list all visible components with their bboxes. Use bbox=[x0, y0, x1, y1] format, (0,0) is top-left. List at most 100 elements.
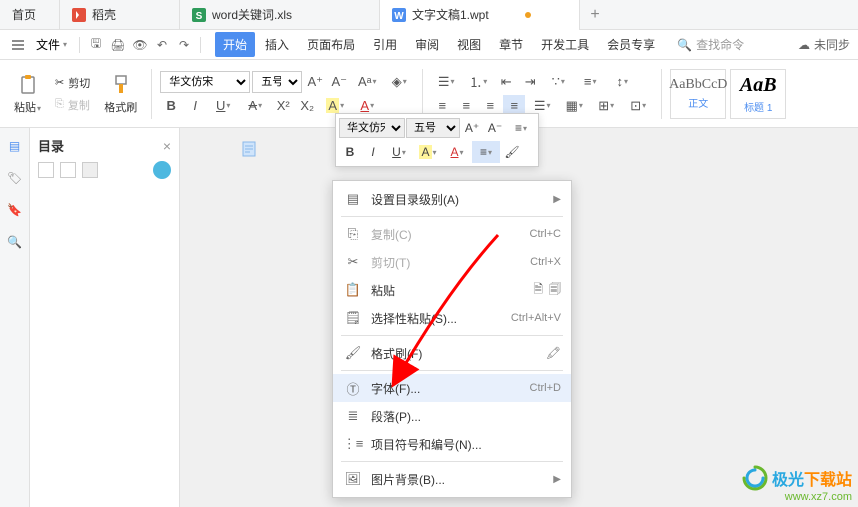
ctx-set-level[interactable]: ▤ 设置目录级别(A) ▶ bbox=[333, 185, 571, 213]
outline-badge[interactable] bbox=[153, 161, 171, 179]
bullets-button[interactable]: ☰▾ bbox=[431, 71, 461, 93]
context-menu: ▤ 设置目录级别(A) ▶ ⎘ 复制(C) Ctrl+C ✂ 剪切(T) Ctr… bbox=[332, 180, 572, 498]
clear-format-icon[interactable]: ◈▾ bbox=[384, 71, 414, 93]
tab-add-button[interactable]: + bbox=[580, 6, 610, 24]
bookmark-icon[interactable]: 🏷 bbox=[5, 168, 25, 188]
list-icon: ⋮≡ bbox=[343, 436, 363, 452]
side-icon-bar: ▤ 🏷 🔖 🔍 bbox=[0, 128, 30, 507]
preview-icon[interactable]: 👁 bbox=[130, 35, 150, 55]
svg-text:W: W bbox=[394, 11, 404, 22]
underline-button[interactable]: U▾ bbox=[208, 95, 238, 117]
command-search[interactable]: 🔍 查找命令 bbox=[677, 36, 744, 53]
font-size-select[interactable]: 五号 bbox=[252, 71, 302, 93]
subscript-button[interactable]: X₂ bbox=[296, 95, 318, 117]
ribbon-tab-view[interactable]: 视图 bbox=[449, 32, 489, 57]
ribbon-tab-layout[interactable]: 页面布局 bbox=[299, 32, 363, 57]
file-menu[interactable]: 文件▾ bbox=[30, 36, 73, 53]
mini-underline[interactable]: U▾ bbox=[385, 141, 413, 163]
ribbon-tab-member[interactable]: 会员专享 bbox=[599, 32, 663, 57]
ribbon-tab-dev[interactable]: 开发工具 bbox=[533, 32, 597, 57]
outline-panel: 目录 × bbox=[30, 128, 180, 507]
ctx-bullets[interactable]: ⋮≡ 项目符号和编号(N)... bbox=[333, 430, 571, 458]
ctx-copy[interactable]: ⎘ 复制(C) Ctrl+C bbox=[333, 220, 571, 248]
bold-button[interactable]: B bbox=[160, 95, 182, 117]
excel-icon: S bbox=[192, 8, 206, 22]
menu-bar: 文件▾ 🖫 🖨 👁 ↶ ↷ 开始 插入 页面布局 引用 审阅 视图 章节 开发工… bbox=[0, 30, 858, 60]
mini-brush[interactable]: 🖌 bbox=[501, 141, 523, 163]
ribbon-tab-insert[interactable]: 插入 bbox=[257, 32, 297, 57]
paste-button[interactable]: 粘贴▾ bbox=[8, 71, 47, 117]
paste-opt1-icon[interactable]: 🗎 bbox=[533, 280, 543, 301]
increase-font-icon[interactable]: A⁺ bbox=[304, 71, 326, 93]
tab-daoke[interactable]: 稻壳 bbox=[60, 0, 180, 30]
image-icon: 🖼 bbox=[343, 471, 363, 487]
tabs-button[interactable]: ⊡▾ bbox=[623, 95, 653, 117]
find-icon[interactable]: 🔍 bbox=[5, 232, 25, 252]
outline-icon[interactable]: ▤ bbox=[5, 136, 25, 156]
mini-fontcolor[interactable]: A▾ bbox=[443, 141, 471, 163]
text-dir-button[interactable]: ∵▾ bbox=[543, 71, 573, 93]
mini-italic[interactable]: I bbox=[362, 141, 384, 163]
strike-button[interactable]: A▾ bbox=[240, 95, 270, 117]
print-icon[interactable]: 🖨 bbox=[108, 35, 128, 55]
hamburger-icon[interactable] bbox=[8, 35, 28, 55]
shading-button[interactable]: ▦▾ bbox=[559, 95, 589, 117]
brush-opt-icon[interactable]: 🖍 bbox=[546, 346, 561, 360]
paste-opt2-icon[interactable]: 🗐 bbox=[549, 280, 561, 301]
ribbon-tabs: 开始 插入 页面布局 引用 审阅 视图 章节 开发工具 会员专享 bbox=[215, 32, 663, 57]
clipboard-icon bbox=[16, 73, 40, 97]
ribbon-tab-ref[interactable]: 引用 bbox=[365, 32, 405, 57]
undo-icon[interactable]: ↶ bbox=[152, 35, 172, 55]
borders-button[interactable]: ⊞▾ bbox=[591, 95, 621, 117]
superscript-button[interactable]: X² bbox=[272, 95, 294, 117]
tab-wpt[interactable]: W 文字文稿1.wpt bbox=[380, 0, 580, 30]
copy-icon: ⎘ bbox=[343, 226, 363, 242]
sort-button[interactable]: ↕▾ bbox=[607, 71, 637, 93]
font-name-select[interactable]: 华文仿宋 bbox=[160, 71, 250, 93]
indent-left-button[interactable]: ⇤ bbox=[495, 71, 517, 93]
mini-toolbar: 华文仿宋 五号 A⁺ A⁻ ≡▾ B I U▾ A▾ A▾ ≡▾ 🖌 bbox=[335, 113, 539, 167]
sync-button[interactable]: ☁ 未同步 bbox=[798, 36, 850, 53]
indent-right-button[interactable]: ⇥ bbox=[519, 71, 541, 93]
copy-button[interactable]: ⎘复制 bbox=[51, 95, 94, 115]
outline-tool-2[interactable] bbox=[60, 162, 76, 178]
italic-button[interactable]: I bbox=[184, 95, 206, 117]
numbering-button[interactable]: ⒈▾ bbox=[463, 71, 493, 93]
mini-highlight[interactable]: A▾ bbox=[414, 141, 442, 163]
mini-linespace[interactable]: ≡▾ bbox=[507, 117, 535, 139]
ribbon-tab-start[interactable]: 开始 bbox=[215, 32, 255, 57]
change-case-icon[interactable]: Aᵃ▾ bbox=[352, 71, 382, 93]
ribbon-tab-review[interactable]: 审阅 bbox=[407, 32, 447, 57]
ctx-format-painter[interactable]: 🖌 格式刷(F) 🖍 bbox=[333, 339, 571, 367]
mini-font-name[interactable]: 华文仿宋 bbox=[339, 118, 405, 138]
mini-dec-font[interactable]: A⁻ bbox=[484, 117, 506, 139]
outline-tool-1[interactable] bbox=[38, 162, 54, 178]
format-painter-button[interactable]: 格式刷 bbox=[98, 71, 143, 117]
ctx-paragraph[interactable]: ≣ 段落(P)... bbox=[333, 402, 571, 430]
mini-font-size[interactable]: 五号 bbox=[406, 118, 460, 138]
cut-button[interactable]: ✂剪切 bbox=[51, 73, 94, 93]
paragraph-icon: ≣ bbox=[343, 408, 363, 424]
mini-bold[interactable]: B bbox=[339, 141, 361, 163]
ribbon-tab-chapter[interactable]: 章节 bbox=[491, 32, 531, 57]
ctx-paste-special[interactable]: 🗒 选择性粘贴(S)... Ctrl+Alt+V bbox=[333, 304, 571, 332]
redo-icon[interactable]: ↷ bbox=[174, 35, 194, 55]
ctx-font[interactable]: Ⓣ 字体(F)... Ctrl+D bbox=[333, 374, 571, 402]
line-spacing-button[interactable]: ≡▾ bbox=[575, 71, 605, 93]
decrease-font-icon[interactable]: A⁻ bbox=[328, 71, 350, 93]
mini-align[interactable]: ≡▾ bbox=[472, 141, 500, 163]
mini-inc-font[interactable]: A⁺ bbox=[461, 117, 483, 139]
tab-home[interactable]: 首页 bbox=[0, 0, 60, 30]
save-icon[interactable]: 🖫 bbox=[86, 35, 106, 55]
daoke-icon bbox=[72, 8, 86, 22]
ctx-bg[interactable]: 🖼 图片背景(B)... ▶ bbox=[333, 465, 571, 493]
style-normal[interactable]: AaBbCcD 正文 bbox=[670, 69, 726, 119]
nav-icon[interactable]: 🔖 bbox=[5, 200, 25, 220]
style-heading1[interactable]: AaB 标题 1 bbox=[730, 69, 786, 119]
outline-tool-3[interactable] bbox=[82, 162, 98, 178]
paste-special-icon: 🗒 bbox=[343, 310, 363, 326]
close-icon[interactable]: × bbox=[163, 138, 171, 154]
tab-xls[interactable]: S word关键词.xls bbox=[180, 0, 380, 30]
ctx-paste[interactable]: 📋 粘贴 🗎🗐 bbox=[333, 276, 571, 304]
ctx-cut[interactable]: ✂ 剪切(T) Ctrl+X bbox=[333, 248, 571, 276]
